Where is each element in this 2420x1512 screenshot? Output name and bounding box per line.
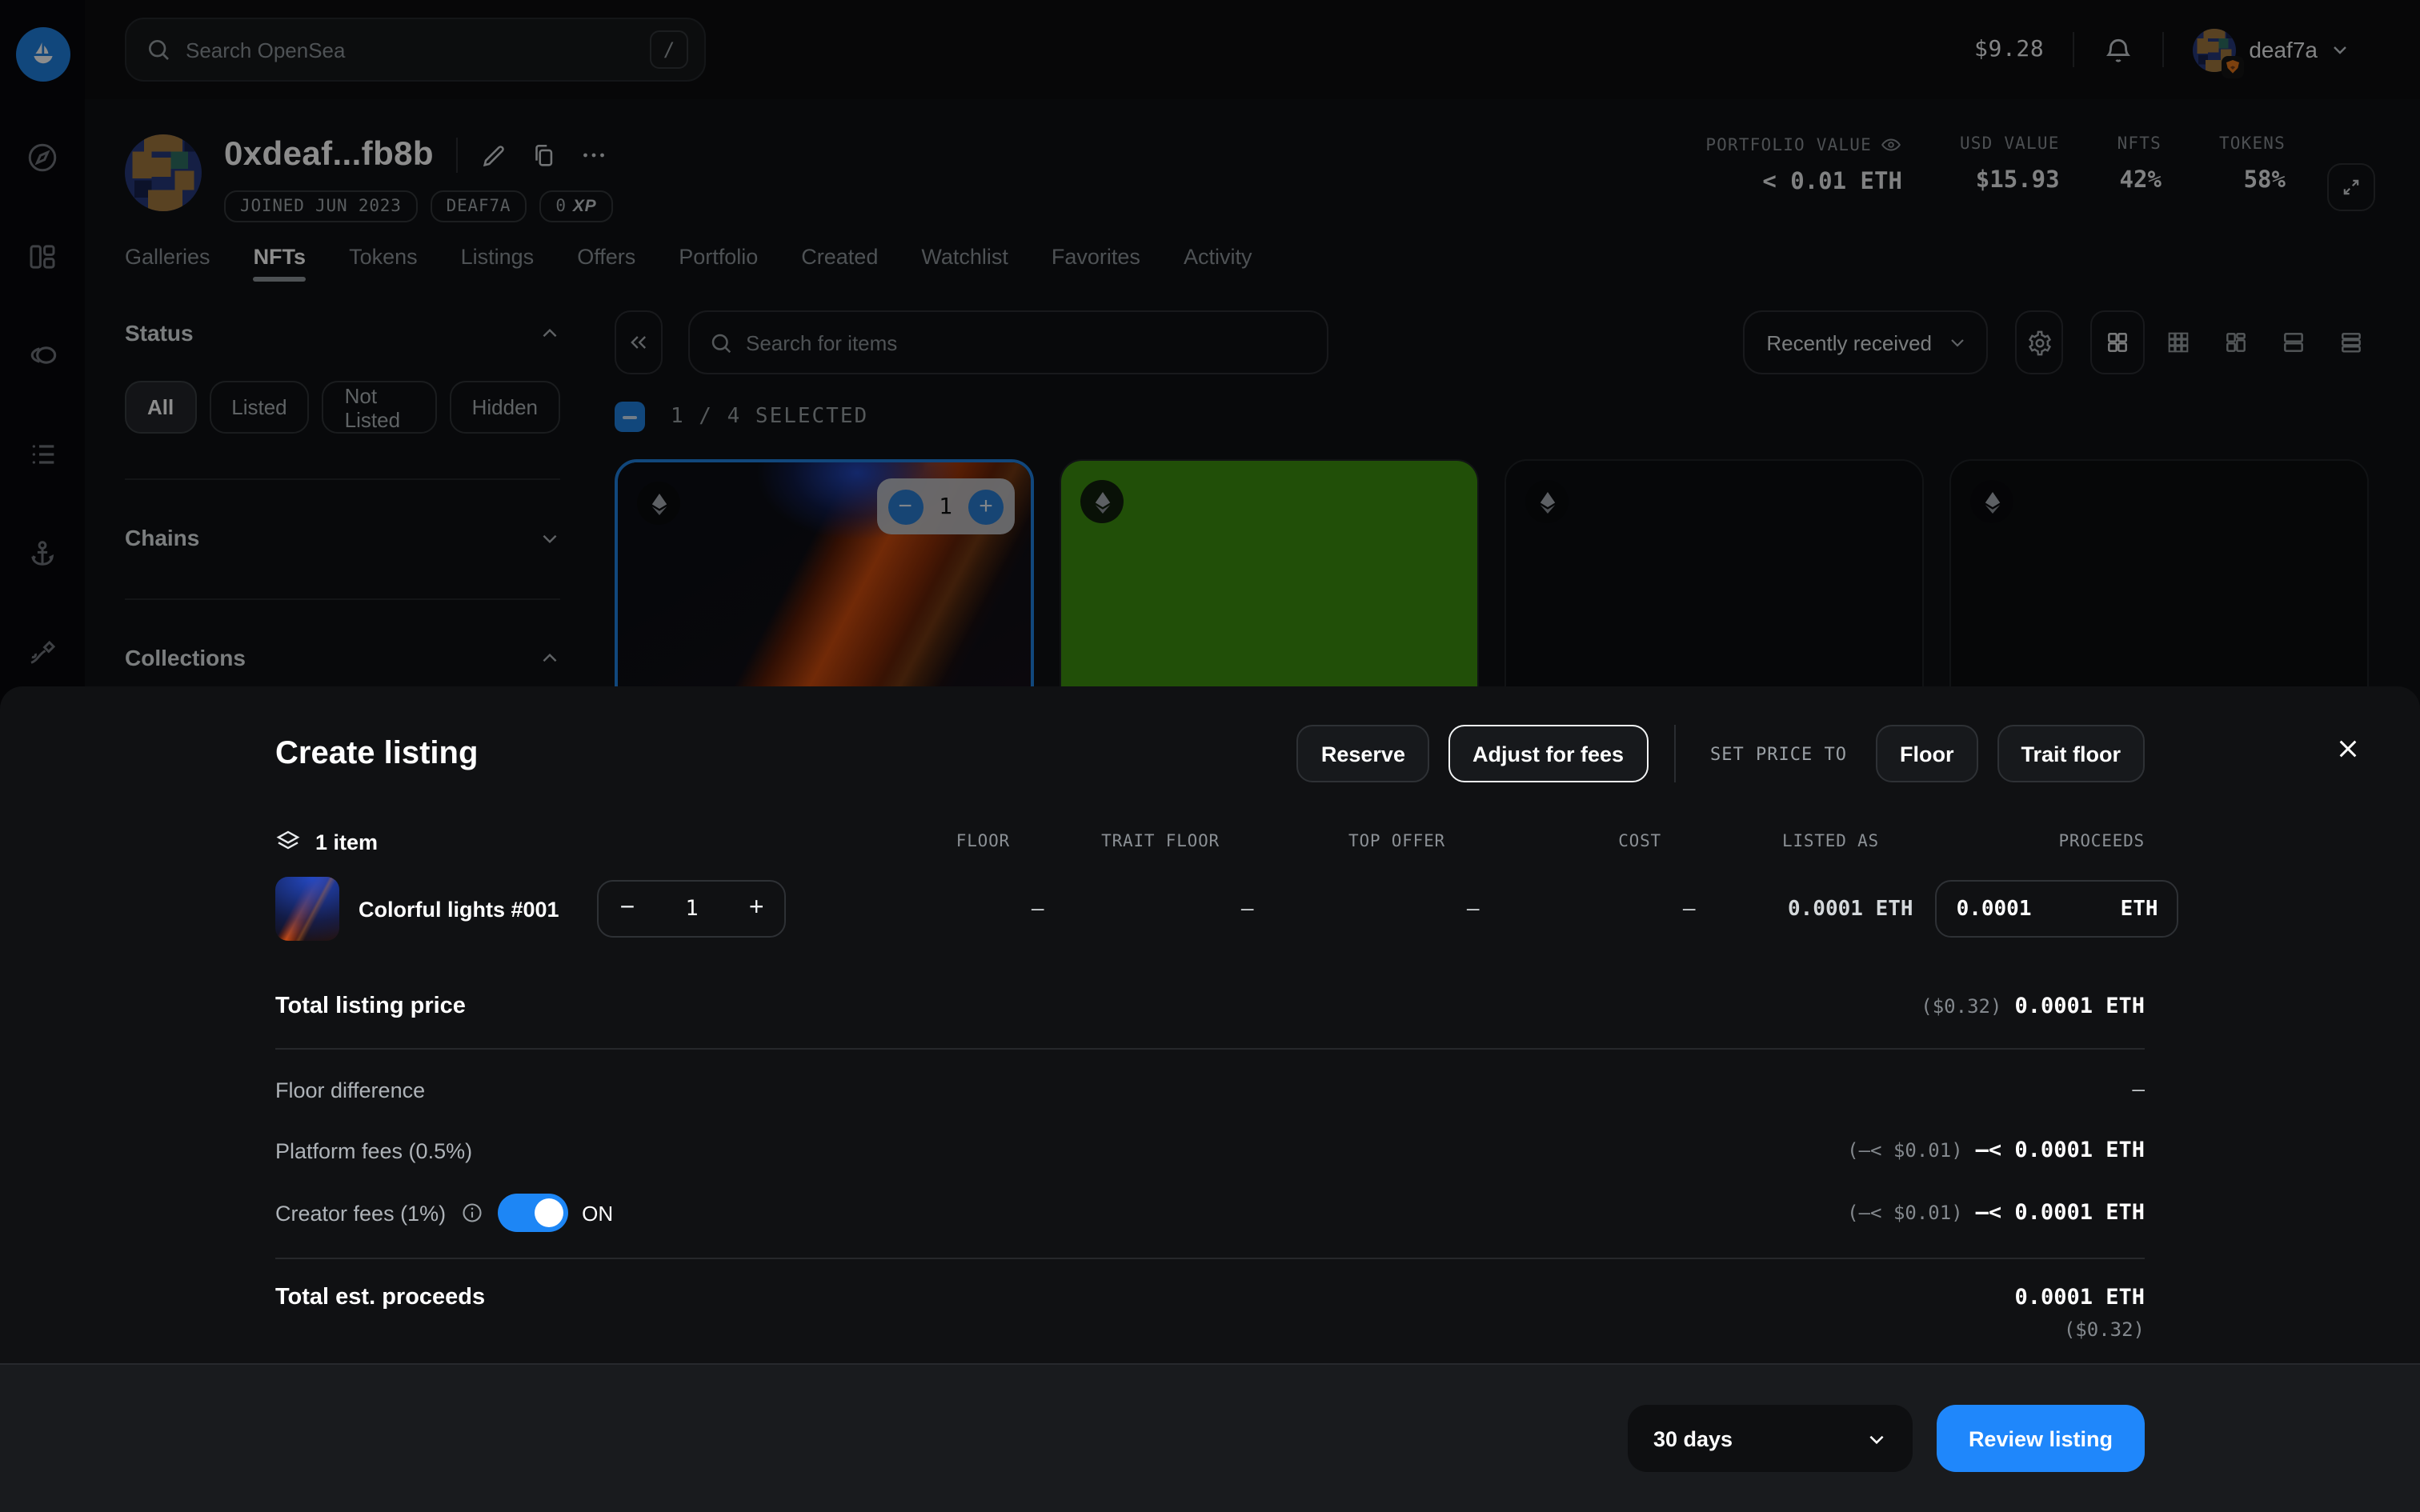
duration-dropdown[interactable]: 30 days	[1628, 1405, 1913, 1472]
set-price-label: SET PRICE TO	[1710, 743, 1847, 764]
duration-value: 30 days	[1653, 1426, 1733, 1450]
total-proceeds-row: Total est. proceeds 0.0001 ETH ($0.32)	[275, 1285, 2145, 1341]
row-listed-as-value: 0.0001 ETH	[1696, 897, 1913, 921]
creator-fees-usd: (–< $0.01)	[1847, 1202, 1963, 1224]
total-listing-price-row: Total listing price ($0.32) 0.0001 ETH	[275, 990, 2145, 1022]
listing-table-header: 1 item FLOOR TRAIT FLOOR TOP OFFER COST …	[275, 827, 2145, 856]
layers-icon	[275, 829, 301, 854]
total-eth: 0.0001 ETH	[2014, 994, 2145, 1019]
row-trait-floor-value: –	[1044, 897, 1254, 921]
item-count: 1 item	[315, 830, 378, 854]
creator-fees-row: Creator fees (1%) ON (–< $0.01) –< 0.000…	[275, 1194, 2145, 1232]
creator-fees-eth: –< 0.0001 ETH	[1976, 1200, 2145, 1226]
total-proceeds-eth: 0.0001 ETH	[2014, 1285, 2145, 1310]
quantity-value: 1	[685, 896, 698, 922]
floor-difference-label: Floor difference	[275, 1078, 425, 1102]
divider	[275, 1048, 2145, 1050]
info-icon[interactable]	[460, 1202, 483, 1224]
modal-title: Create listing	[275, 735, 478, 772]
create-listing-modal: Create listing Reserve Adjust for fees S…	[0, 686, 2420, 1512]
col-floor: FLOOR	[752, 832, 1010, 851]
actions-divider	[1673, 725, 1675, 782]
proceeds-input[interactable]	[1957, 897, 2069, 921]
row-top-offer-value: –	[1254, 897, 1480, 921]
divider	[275, 1258, 2145, 1259]
creator-fees-label: Creator fees (1%)	[275, 1201, 446, 1225]
col-top-offer: TOP OFFER	[1220, 832, 1445, 851]
floor-price-button[interactable]: Floor	[1876, 725, 1978, 782]
platform-fees-usd: (–< $0.01)	[1847, 1139, 1963, 1162]
opensea-app: / $9.28	[0, 0, 2420, 1512]
item-name: Colorful lights #001	[359, 897, 559, 921]
col-trait-floor: TRAIT FLOOR	[1010, 832, 1220, 851]
col-listed-as: LISTED AS	[1661, 832, 1879, 851]
quantity-stepper: − 1 +	[598, 880, 787, 938]
reserve-button[interactable]: Reserve	[1297, 725, 1429, 782]
total-proceeds-label: Total est. proceeds	[275, 1285, 485, 1310]
total-proceeds-usd: ($0.32)	[2064, 1318, 2145, 1341]
modal-footer: 30 days Review listing	[0, 1363, 2420, 1512]
platform-fees-eth: –< 0.0001 ETH	[1976, 1138, 2145, 1163]
total-listing-price-label: Total listing price	[275, 994, 466, 1019]
col-proceeds: PROCEEDS	[1879, 832, 2145, 851]
platform-fees-row: Platform fees (0.5%) (–< $0.01) –< 0.000…	[275, 1136, 2145, 1165]
total-usd: ($0.32)	[1921, 995, 2001, 1018]
proceeds-input-box: ETH	[1936, 880, 2179, 938]
row-cost-value: –	[1480, 897, 1696, 921]
trait-floor-price-button[interactable]: Trait floor	[1997, 725, 2145, 782]
col-cost: COST	[1445, 832, 1661, 851]
floor-difference-row: Floor difference –	[275, 1075, 2145, 1104]
proceeds-unit: ETH	[2121, 897, 2158, 921]
creator-fees-toggle[interactable]	[497, 1194, 567, 1232]
floor-difference-value: –	[2132, 1078, 2145, 1102]
chevron-down-icon	[1866, 1428, 1887, 1449]
platform-fees-label: Platform fees (0.5%)	[275, 1138, 472, 1162]
listing-row: Colorful lights #001 − 1 + – – – – 0.000…	[275, 875, 2145, 942]
toggle-state-label: ON	[582, 1201, 613, 1225]
row-floor-value: –	[787, 897, 1044, 921]
close-icon[interactable]	[2324, 725, 2372, 773]
item-thumbnail	[275, 877, 339, 941]
review-listing-button[interactable]: Review listing	[1937, 1405, 2145, 1472]
adjust-for-fees-button[interactable]: Adjust for fees	[1448, 725, 1648, 782]
